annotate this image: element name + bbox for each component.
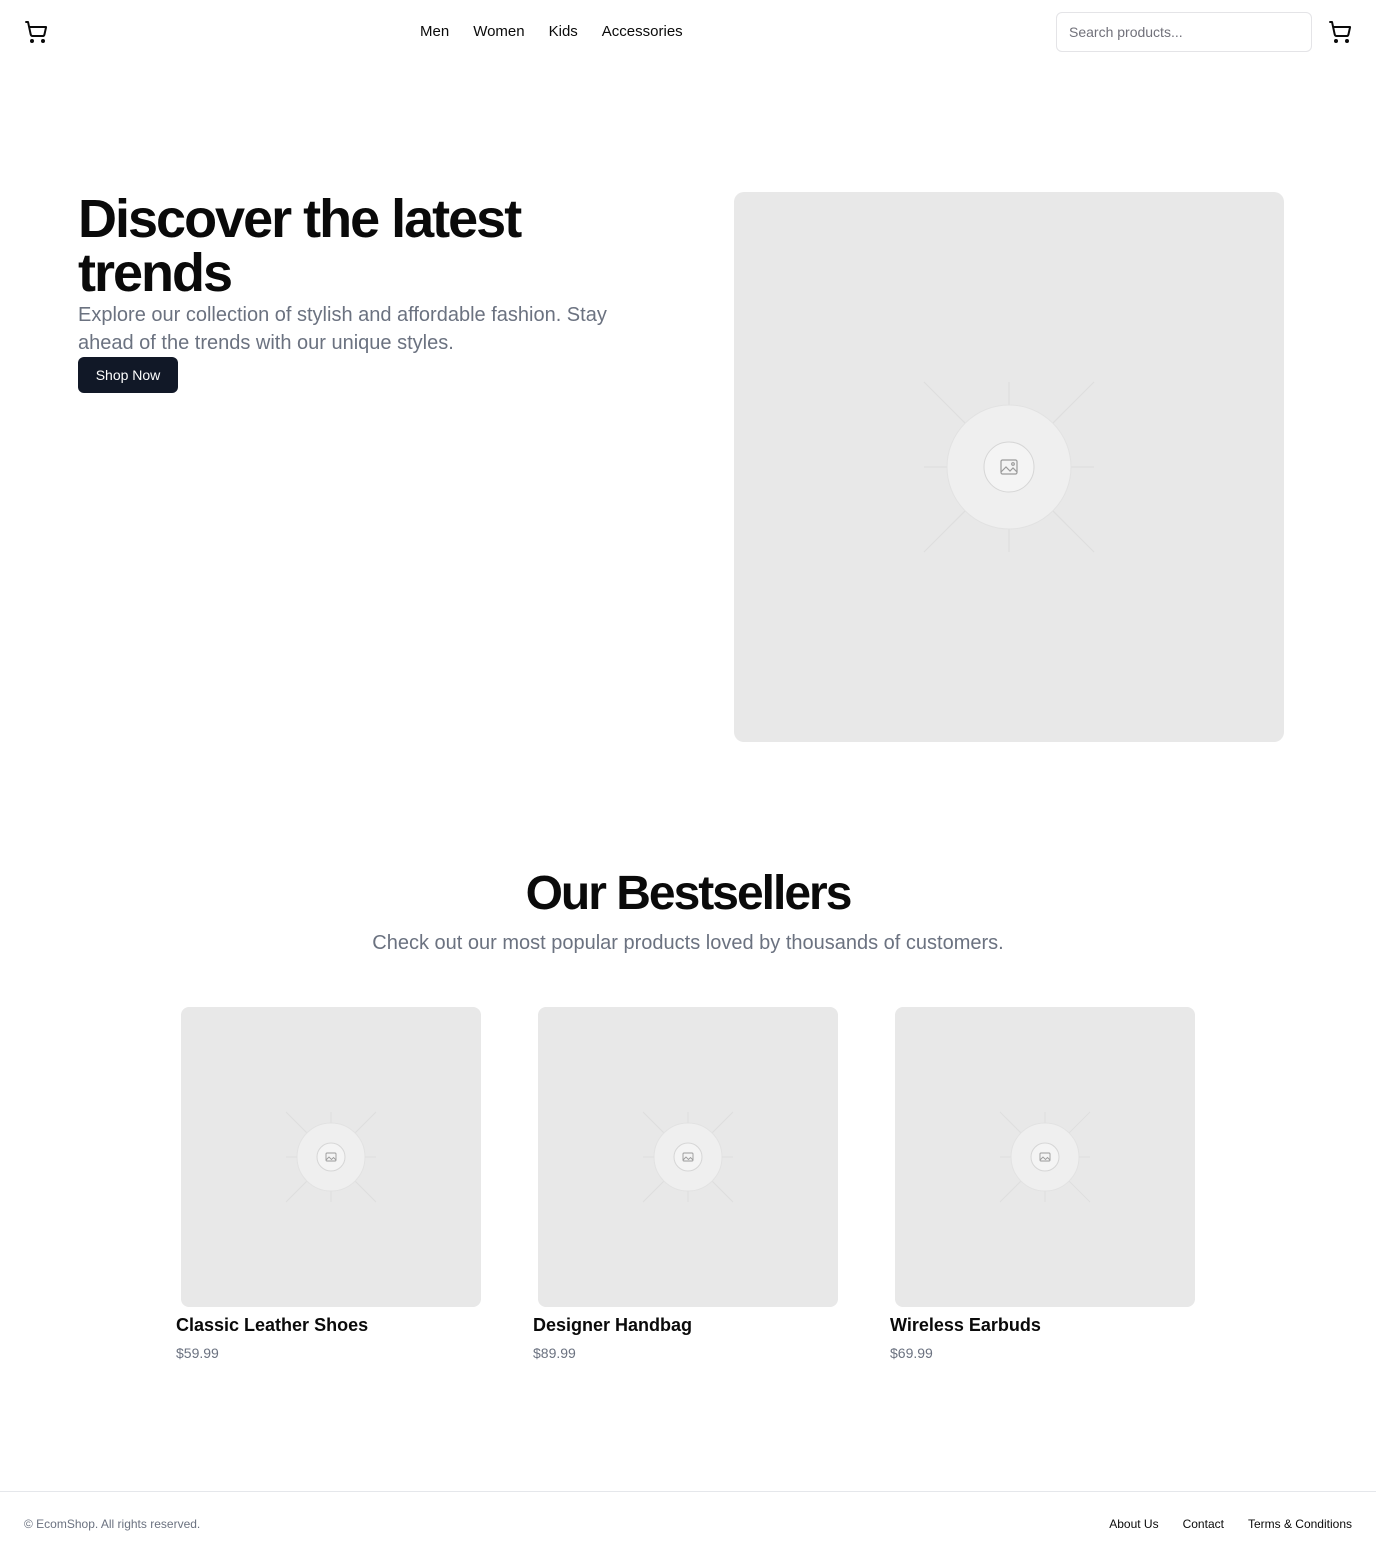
hero-title: Discover the latest trends xyxy=(78,189,522,303)
nav-link-women[interactable]: Women xyxy=(473,22,524,42)
copyright-text: © EcomShop. All rights reserved. xyxy=(24,1517,201,1531)
bestsellers-title: Our Bestsellers xyxy=(525,867,853,920)
product-price: $69.99 xyxy=(890,1345,933,1361)
product-name[interactable]: Wireless Earbuds xyxy=(890,1313,1210,1337)
product-card[interactable]: Wireless Earbuds $69.99 xyxy=(890,1007,1200,1377)
site-footer: © EcomShop. All rights reserved. About U… xyxy=(0,1491,1376,1556)
product-card[interactable]: Designer Handbag $89.99 xyxy=(533,1007,843,1377)
footer-link-about[interactable]: About Us xyxy=(1109,1516,1158,1532)
cart-icon[interactable] xyxy=(1328,20,1352,44)
product-name[interactable]: Classic Leather Shoes xyxy=(176,1313,496,1337)
search-input[interactable] xyxy=(1056,12,1312,52)
shop-now-button[interactable]: Shop Now xyxy=(78,357,178,393)
product-image[interactable] xyxy=(181,1007,481,1307)
image-placeholder-icon xyxy=(923,381,1095,553)
nav-link-accessories[interactable]: Accessories xyxy=(602,22,683,42)
page: Men Women Kids Accessories Discover the … xyxy=(0,0,1376,1556)
image-placeholder-icon xyxy=(285,1111,377,1203)
product-price: $59.99 xyxy=(176,1345,219,1361)
footer-links: About Us Contact Terms & Conditions xyxy=(1109,1516,1352,1532)
product-image[interactable] xyxy=(895,1007,1195,1307)
product-image[interactable] xyxy=(538,1007,838,1307)
image-placeholder-icon xyxy=(999,1111,1091,1203)
product-card[interactable]: Classic Leather Shoes $59.99 xyxy=(176,1007,486,1377)
hero-image xyxy=(734,192,1284,742)
logo-cart-icon[interactable] xyxy=(24,20,48,44)
main-nav: Men Women Kids Accessories xyxy=(420,22,683,42)
site-header: Men Women Kids Accessories xyxy=(0,0,1376,64)
product-name[interactable]: Designer Handbag xyxy=(533,1313,853,1337)
nav-link-kids[interactable]: Kids xyxy=(549,22,578,42)
footer-link-contact[interactable]: Contact xyxy=(1183,1516,1224,1532)
footer-link-terms[interactable]: Terms & Conditions xyxy=(1248,1516,1352,1532)
image-placeholder-icon xyxy=(642,1111,734,1203)
hero-subtitle: Explore our collection of stylish and af… xyxy=(78,304,607,354)
product-price: $89.99 xyxy=(533,1345,576,1361)
bestsellers-subtitle: Check out our most popular products love… xyxy=(372,932,1004,954)
nav-link-men[interactable]: Men xyxy=(420,22,449,42)
